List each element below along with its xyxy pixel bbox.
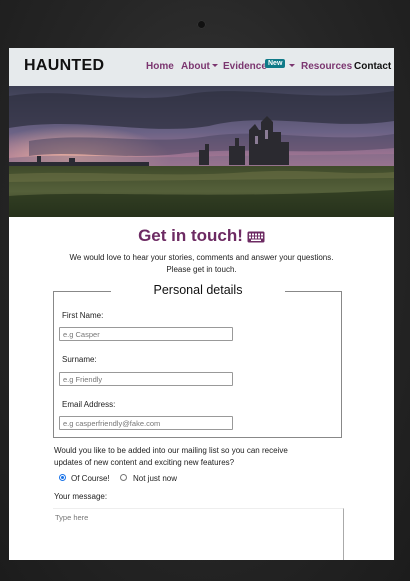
radio-yes[interactable] [59, 474, 66, 481]
chevron-down-icon [289, 64, 295, 67]
nav-about-label: About [181, 61, 210, 72]
device-camera [197, 20, 206, 29]
radio-no-label[interactable]: Not just now [133, 474, 177, 483]
intro-line-1: We would love to hear your stories, comm… [69, 253, 334, 262]
nav-evidence-caret[interactable] [287, 61, 295, 72]
message-label: Your message: [54, 492, 108, 501]
contact-heading: Get in touch! [9, 226, 394, 248]
keyboard-icon [247, 228, 265, 248]
surname-label: Surname: [62, 355, 97, 364]
chevron-down-icon [211, 64, 218, 67]
email-input[interactable]: e.g casperfriendly@fake.com [59, 416, 233, 430]
first-name-input[interactable]: e.g Casper [59, 327, 233, 341]
email-label: Email Address: [62, 400, 116, 409]
first-name-label: First Name: [62, 311, 104, 320]
mailing-list-question: Would you like to be added into our mail… [54, 445, 354, 469]
intro-line-2: Please get in touch. [166, 265, 237, 274]
mailing-question-line-1: Would you like to be added into our mail… [54, 446, 288, 455]
surname-input[interactable]: e.g Friendly [59, 372, 233, 386]
browser-viewport: HAUNTED Home About Evidence New Resource… [9, 48, 394, 560]
contact-intro: We would love to hear your stories, comm… [39, 252, 364, 276]
abbey-sunset-image [9, 86, 394, 217]
nav-home[interactable]: Home [146, 61, 174, 72]
nav-evidence-label: Evidence [223, 61, 267, 72]
nav-evidence[interactable]: Evidence [223, 61, 267, 72]
message-textarea[interactable]: Type here [53, 508, 344, 560]
nav-resources[interactable]: Resources [301, 61, 352, 72]
personal-details-legend: Personal details [111, 283, 285, 297]
radio-yes-label[interactable]: Of Course! [71, 474, 110, 483]
hero-image [9, 86, 394, 217]
nav-contact[interactable]: Contact [354, 61, 391, 72]
nav-about[interactable]: About [181, 61, 218, 72]
radio-no[interactable] [120, 474, 127, 481]
navbar: HAUNTED Home About Evidence New Resource… [9, 48, 394, 86]
new-badge: New [265, 59, 286, 68]
contact-heading-text: Get in touch! [138, 226, 243, 245]
mailing-question-line-2: updates of new content and exciting new … [54, 458, 235, 467]
brand-logo[interactable]: HAUNTED [24, 57, 104, 75]
